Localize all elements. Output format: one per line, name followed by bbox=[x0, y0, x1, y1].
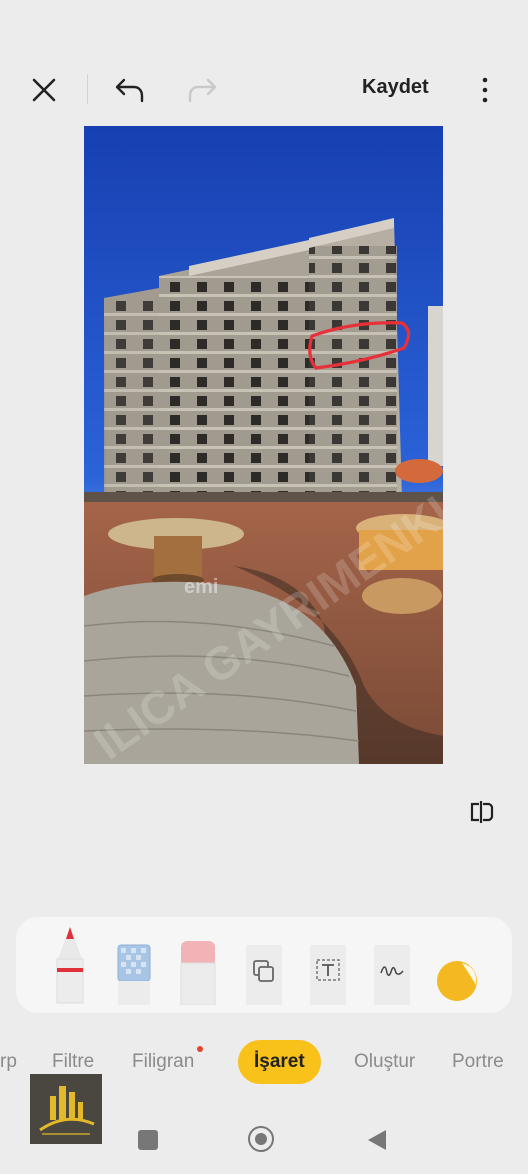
pen-icon[interactable] bbox=[52, 927, 88, 1005]
construction-site-photo bbox=[84, 126, 443, 764]
more-vertical-icon[interactable] bbox=[472, 70, 498, 110]
save-button[interactable]: Kaydet bbox=[362, 76, 429, 99]
overlay-text: emi bbox=[184, 576, 219, 598]
sticker-icon[interactable] bbox=[434, 927, 480, 1005]
text-icon[interactable] bbox=[308, 927, 348, 1005]
notification-dot bbox=[197, 1046, 203, 1052]
back-icon[interactable] bbox=[366, 1128, 388, 1157]
close-icon[interactable] bbox=[24, 70, 64, 110]
system-nav-bar bbox=[0, 1110, 528, 1174]
divider bbox=[87, 74, 88, 104]
recents-icon[interactable] bbox=[138, 1130, 158, 1150]
eraser-icon[interactable] bbox=[178, 927, 218, 1005]
undo-icon[interactable] bbox=[110, 70, 150, 110]
home-icon[interactable] bbox=[248, 1126, 274, 1152]
tab-markup[interactable]: İşaret bbox=[238, 1040, 321, 1084]
top-bar: Kaydet bbox=[0, 0, 528, 130]
redo-icon[interactable] bbox=[182, 70, 222, 110]
tab-portrait[interactable]: Portre bbox=[452, 1040, 504, 1084]
photo-canvas[interactable]: emi ILICA GAYRIMENKUL bbox=[84, 126, 443, 764]
tab-create[interactable]: Oluştur bbox=[354, 1040, 415, 1084]
shape-icon[interactable] bbox=[244, 927, 284, 1005]
tab-watermark[interactable]: Filigran bbox=[132, 1040, 194, 1084]
tab-crop[interactable]: rp bbox=[0, 1040, 17, 1084]
mosaic-icon[interactable] bbox=[114, 927, 154, 1005]
markup-tools bbox=[16, 917, 512, 1013]
compare-icon[interactable] bbox=[466, 796, 498, 828]
signature-icon[interactable] bbox=[372, 927, 412, 1005]
